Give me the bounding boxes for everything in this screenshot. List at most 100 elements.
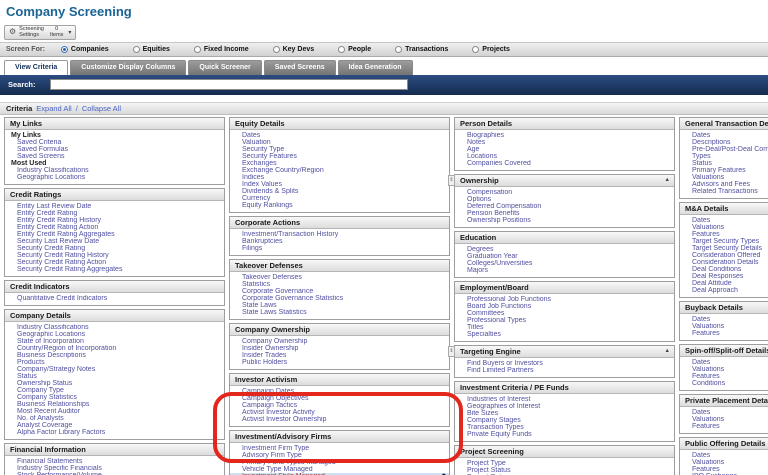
panel-header[interactable]: Investment/Advisory Firms	[230, 431, 449, 443]
panel-header[interactable]: Buyback Details	[680, 302, 768, 314]
criteria-link[interactable]: Geographies of Interest	[467, 403, 540, 410]
criteria-link[interactable]: Bite Sizes	[467, 410, 498, 417]
criteria-link[interactable]: Security Credit Rating	[17, 245, 85, 252]
criteria-link[interactable]: Biographies	[467, 132, 504, 139]
criteria-link[interactable]: Advisory Firm Type	[242, 452, 302, 459]
criteria-link[interactable]: Company Type	[17, 387, 64, 394]
criteria-link[interactable]: Primary Features	[692, 167, 746, 174]
criteria-link[interactable]: Specialties	[467, 331, 501, 338]
criteria-link[interactable]: Deferred Compensation	[467, 203, 541, 210]
criteria-link[interactable]: Equity Rankings	[242, 202, 293, 209]
drag-handle-icon[interactable]: ⇕	[448, 175, 455, 186]
panel-header[interactable]: Credit Indicators	[5, 281, 224, 293]
criteria-link[interactable]: Takeover Defenses	[242, 274, 302, 281]
panel-header[interactable]: Ownership▲	[455, 175, 674, 187]
criteria-link[interactable]: Degrees	[467, 246, 493, 253]
criteria-link[interactable]: Project Status	[467, 467, 511, 474]
panel-header[interactable]: Credit Ratings	[5, 189, 224, 201]
criteria-link[interactable]: Stock Performance/Volume	[17, 472, 102, 475]
criteria-link[interactable]: Deal Responses	[692, 273, 743, 280]
tab-customize-display-columns[interactable]: Customize Display Columns	[70, 60, 186, 75]
criteria-link[interactable]: Security Credit Rating Aggregates	[17, 266, 122, 273]
panel-header[interactable]: Company Ownership	[230, 324, 449, 336]
criteria-link[interactable]: Valuations	[692, 224, 724, 231]
criteria-link[interactable]: Dates	[692, 132, 710, 139]
criteria-link[interactable]: Dividends & Splits	[242, 188, 298, 195]
criteria-link[interactable]: Filings	[242, 245, 262, 252]
criteria-link[interactable]: Features	[692, 373, 720, 380]
criteria-link[interactable]: Majors	[467, 267, 488, 274]
criteria-link[interactable]: Features	[692, 330, 720, 337]
criteria-link[interactable]: Exchange Country/Region	[242, 167, 324, 174]
criteria-link[interactable]: Indices	[242, 174, 264, 181]
criteria-link[interactable]: Insider Trades	[242, 352, 286, 359]
criteria-link[interactable]: Target Security Types	[692, 238, 759, 245]
criteria-link[interactable]: Entity Credit Rating Action	[17, 224, 98, 231]
criteria-link[interactable]: Professional Types	[467, 317, 526, 324]
criteria-link[interactable]: Status	[17, 373, 37, 380]
criteria-link[interactable]: Country/Region of Incorporation	[17, 345, 116, 352]
criteria-link[interactable]: Bankruptcies	[242, 238, 282, 245]
criteria-link[interactable]: Entity Credit Rating Aggregates	[17, 231, 115, 238]
criteria-link[interactable]: Find Buyers or Investors	[467, 360, 543, 367]
criteria-link[interactable]: Investment Firm Type	[242, 445, 309, 452]
panel-header[interactable]: Takeover Defenses	[230, 260, 449, 272]
criteria-link[interactable]: Graduation Year	[467, 253, 518, 260]
criteria-link[interactable]: Geographic Locations	[17, 331, 85, 338]
criteria-link[interactable]: Features	[692, 466, 720, 473]
criteria-link[interactable]: Status	[692, 160, 712, 167]
criteria-link[interactable]: Descriptions	[692, 139, 731, 146]
screening-settings-button[interactable]: ⚙ Screening Settings 0 Items ▾	[4, 25, 76, 40]
panel-header[interactable]: Corporate Actions	[230, 217, 449, 229]
criteria-link[interactable]: Investment/Transaction History	[242, 231, 338, 238]
criteria-link[interactable]: Pre-Deal/Post-Deal Comments	[692, 146, 768, 153]
panel-header[interactable]: General Transaction Details	[680, 118, 768, 130]
panel-header[interactable]: Investor Activism	[230, 374, 449, 386]
criteria-link[interactable]: Pension Benefits	[467, 210, 520, 217]
tab-view-criteria[interactable]: View Criteria	[4, 60, 68, 75]
criteria-link[interactable]: Consideration Details	[692, 259, 759, 266]
criteria-link[interactable]: Company Stages	[467, 417, 521, 424]
criteria-link[interactable]: Professional Job Functions	[467, 296, 551, 303]
criteria-link[interactable]: Dates	[242, 132, 260, 139]
criteria-link[interactable]: Primary Fund Types Managed	[242, 459, 336, 466]
radio-projects[interactable]: Projects	[472, 46, 510, 53]
criteria-link[interactable]: Transaction Types	[467, 424, 524, 431]
tab-saved-screens[interactable]: Saved Screens	[264, 60, 336, 75]
radio-transactions[interactable]: Transactions	[395, 46, 448, 53]
criteria-link[interactable]: Ownership Status	[17, 380, 72, 387]
criteria-link[interactable]: Public Holders	[242, 359, 287, 366]
criteria-link[interactable]: Dates	[692, 452, 710, 459]
criteria-link[interactable]: State Laws Statistics	[242, 309, 307, 316]
criteria-link[interactable]: Saved Criteria	[17, 139, 61, 146]
criteria-link[interactable]: Insider Ownership	[242, 345, 298, 352]
criteria-link[interactable]: Company Statistics	[17, 394, 77, 401]
panel-header[interactable]: Public Offering Details	[680, 438, 768, 450]
tab-idea-generation[interactable]: Idea Generation	[338, 60, 413, 75]
criteria-link[interactable]: Deal Attitude	[692, 280, 732, 287]
criteria-link[interactable]: Financial Statements	[17, 458, 82, 465]
criteria-link[interactable]: Company Ownership	[242, 338, 307, 345]
criteria-link[interactable]: Most Recent Auditor	[17, 408, 80, 415]
criteria-link[interactable]: Notes	[467, 139, 485, 146]
criteria-link[interactable]: Industry Specific Financials	[17, 465, 102, 472]
collapse-all-link[interactable]: Collapse All	[82, 104, 121, 113]
criteria-link[interactable]: Security Features	[242, 153, 297, 160]
criteria-link[interactable]: Age	[467, 146, 479, 153]
criteria-link[interactable]: Industry Classifications	[17, 167, 89, 174]
criteria-link[interactable]: State of Incorporation	[17, 338, 84, 345]
criteria-link[interactable]: Security Type	[242, 146, 284, 153]
criteria-link[interactable]: Valuations	[692, 174, 724, 181]
criteria-link[interactable]: Companies Covered	[467, 160, 531, 167]
criteria-link[interactable]: Campaign Objectives	[242, 395, 309, 402]
criteria-link[interactable]: Find Limited Partners	[467, 367, 534, 374]
criteria-link[interactable]: Business Relationships	[17, 401, 89, 408]
search-input[interactable]	[50, 79, 408, 90]
criteria-link[interactable]: Campaign Tactics	[242, 402, 297, 409]
criteria-link[interactable]: Products	[17, 359, 45, 366]
panel-header[interactable]: Person Details	[455, 118, 674, 130]
expand-all-link[interactable]: Expand All	[36, 104, 71, 113]
criteria-link[interactable]: Advisors and Fees	[692, 181, 750, 188]
panel-header[interactable]: Employment/Board	[455, 282, 674, 294]
criteria-link[interactable]: Features	[692, 423, 720, 430]
